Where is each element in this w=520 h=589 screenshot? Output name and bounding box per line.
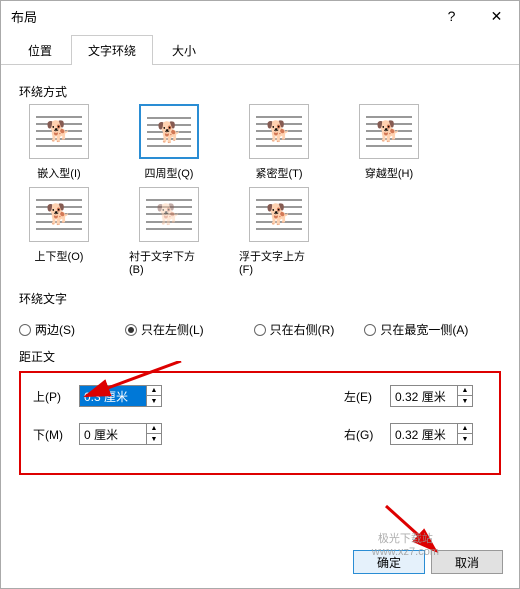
radio-both-label: 两边(S)	[35, 321, 75, 338]
wrap-topbottom-icon[interactable]: 🐕	[29, 187, 89, 242]
close-button[interactable]: ✕	[474, 1, 519, 31]
radio-largest[interactable]	[364, 324, 376, 336]
wrap-front-label: 浮于文字上方(F)	[239, 248, 319, 276]
tab-size[interactable]: 大小	[155, 35, 213, 65]
dialog-title: 布局	[11, 7, 429, 26]
wrap-behind-label: 衬于文字下方(B)	[129, 248, 209, 276]
left-input[interactable]	[390, 385, 458, 407]
bottom-label: 下(M)	[33, 426, 73, 443]
right-spin-up[interactable]: ▲	[458, 424, 472, 434]
tab-position[interactable]: 位置	[11, 35, 69, 65]
right-spin-down[interactable]: ▼	[458, 434, 472, 444]
cancel-button[interactable]: 取消	[431, 550, 503, 574]
dialog-footer: 确定 取消	[353, 550, 503, 574]
left-spin-down[interactable]: ▼	[458, 396, 472, 406]
tab-strip: 位置 文字环绕 大小	[1, 31, 519, 65]
right-label: 右(G)	[344, 426, 384, 443]
wrap-tight-label: 紧密型(T)	[255, 165, 302, 181]
wrap-front-icon[interactable]: 🐕	[249, 187, 309, 242]
radio-left-label: 只在左侧(L)	[141, 321, 204, 338]
layout-dialog: 布局 ? ✕ 位置 文字环绕 大小 环绕方式 🐕 嵌入型(I) 🐕 四	[0, 0, 520, 589]
wrap-behind-icon[interactable]: 🐕	[139, 187, 199, 242]
wrap-tight-icon[interactable]: 🐕	[249, 104, 309, 159]
wrap-square-label: 四周型(Q)	[145, 165, 194, 181]
radio-right[interactable]	[254, 324, 266, 336]
wrap-through-icon[interactable]: 🐕	[359, 104, 419, 159]
distance-label: 距正文	[19, 348, 501, 365]
distance-group-highlight: 上(P) ▲▼ 左(E) ▲▼ 下(M) ▲▼ 右(G	[19, 371, 501, 475]
wrap-inline-label: 嵌入型(I)	[37, 165, 80, 181]
wrap-inline-icon[interactable]: 🐕	[29, 104, 89, 159]
wrap-topbottom-label: 上下型(O)	[35, 248, 84, 264]
bottom-spin-up[interactable]: ▲	[147, 424, 161, 434]
top-label: 上(P)	[33, 388, 73, 405]
right-input[interactable]	[390, 423, 458, 445]
bottom-input[interactable]	[79, 423, 147, 445]
help-button[interactable]: ?	[429, 1, 474, 31]
wrap-style-label: 环绕方式	[19, 83, 501, 100]
dialog-content: 环绕方式 🐕 嵌入型(I) 🐕 四周型(Q) 🐕	[1, 65, 519, 475]
wrap-text-radios: 两边(S) 只在左侧(L) 只在右侧(R) 只在最宽一侧(A)	[19, 321, 501, 338]
top-spin-up[interactable]: ▲	[147, 386, 161, 396]
wrap-square-icon[interactable]: 🐕	[139, 104, 199, 159]
radio-largest-label: 只在最宽一侧(A)	[380, 321, 468, 338]
ok-button[interactable]: 确定	[353, 550, 425, 574]
wrap-text-label: 环绕文字	[19, 290, 501, 307]
titlebar: 布局 ? ✕	[1, 1, 519, 31]
left-spin-up[interactable]: ▲	[458, 386, 472, 396]
radio-left[interactable]	[125, 324, 137, 336]
radio-both[interactable]	[19, 324, 31, 336]
top-spin-down[interactable]: ▼	[147, 396, 161, 406]
bottom-spin-down[interactable]: ▼	[147, 434, 161, 444]
wrap-through-label: 穿越型(H)	[365, 165, 413, 181]
top-input[interactable]	[79, 385, 147, 407]
wrap-style-grid: 🐕 嵌入型(I) 🐕 四周型(Q) 🐕 紧密型(T)	[19, 104, 501, 282]
left-label: 左(E)	[344, 388, 384, 405]
tab-wrap[interactable]: 文字环绕	[71, 35, 153, 65]
radio-right-label: 只在右侧(R)	[270, 321, 335, 338]
